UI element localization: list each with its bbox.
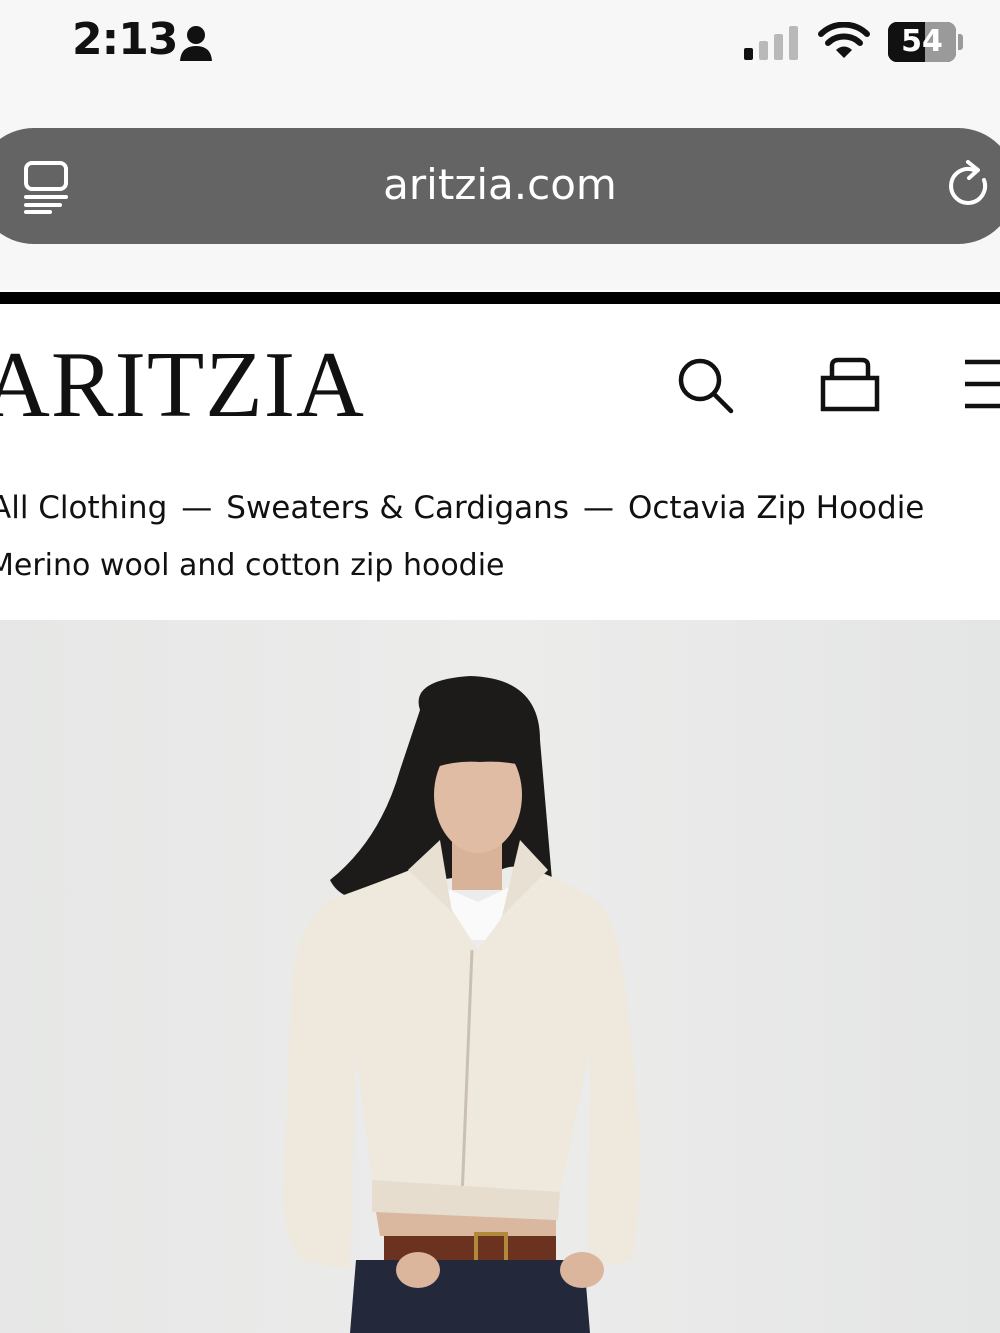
status-time: 2:13 [72, 14, 178, 65]
product-photo[interactable] [0, 620, 1000, 1333]
reload-icon[interactable] [944, 160, 994, 212]
breadcrumb-product[interactable]: Octavia Zip Hoodie [628, 490, 924, 526]
url-text[interactable]: aritzia.com [0, 160, 1000, 209]
bag-icon[interactable] [820, 356, 880, 412]
breadcrumb-sweaters-cardigans[interactable]: Sweaters & Cardigans [226, 490, 569, 526]
breadcrumb: All Clothing — Sweaters & Cardigans — Octavi… [0, 490, 924, 526]
breadcrumb-separator: — [181, 490, 213, 526]
search-icon[interactable] [676, 356, 734, 414]
battery-cap [958, 34, 963, 50]
battery-icon: 54 [888, 22, 956, 62]
person-icon [180, 26, 212, 61]
menu-icon[interactable] [962, 358, 1000, 410]
status-bar: 2:13 54 [0, 0, 1000, 92]
product-subtitle: Merino wool and cotton zip hoodie [0, 548, 505, 583]
signal-icon [744, 26, 798, 60]
wifi-icon [818, 22, 870, 58]
model-illustration [283, 676, 640, 1333]
breadcrumb-all-clothing[interactable]: All Clothing [0, 490, 167, 526]
brand-logo[interactable]: ARITZIA [0, 338, 365, 432]
breadcrumb-separator: — [582, 490, 614, 526]
header-divider [0, 292, 1000, 304]
battery-percent: 54 [901, 24, 943, 59]
